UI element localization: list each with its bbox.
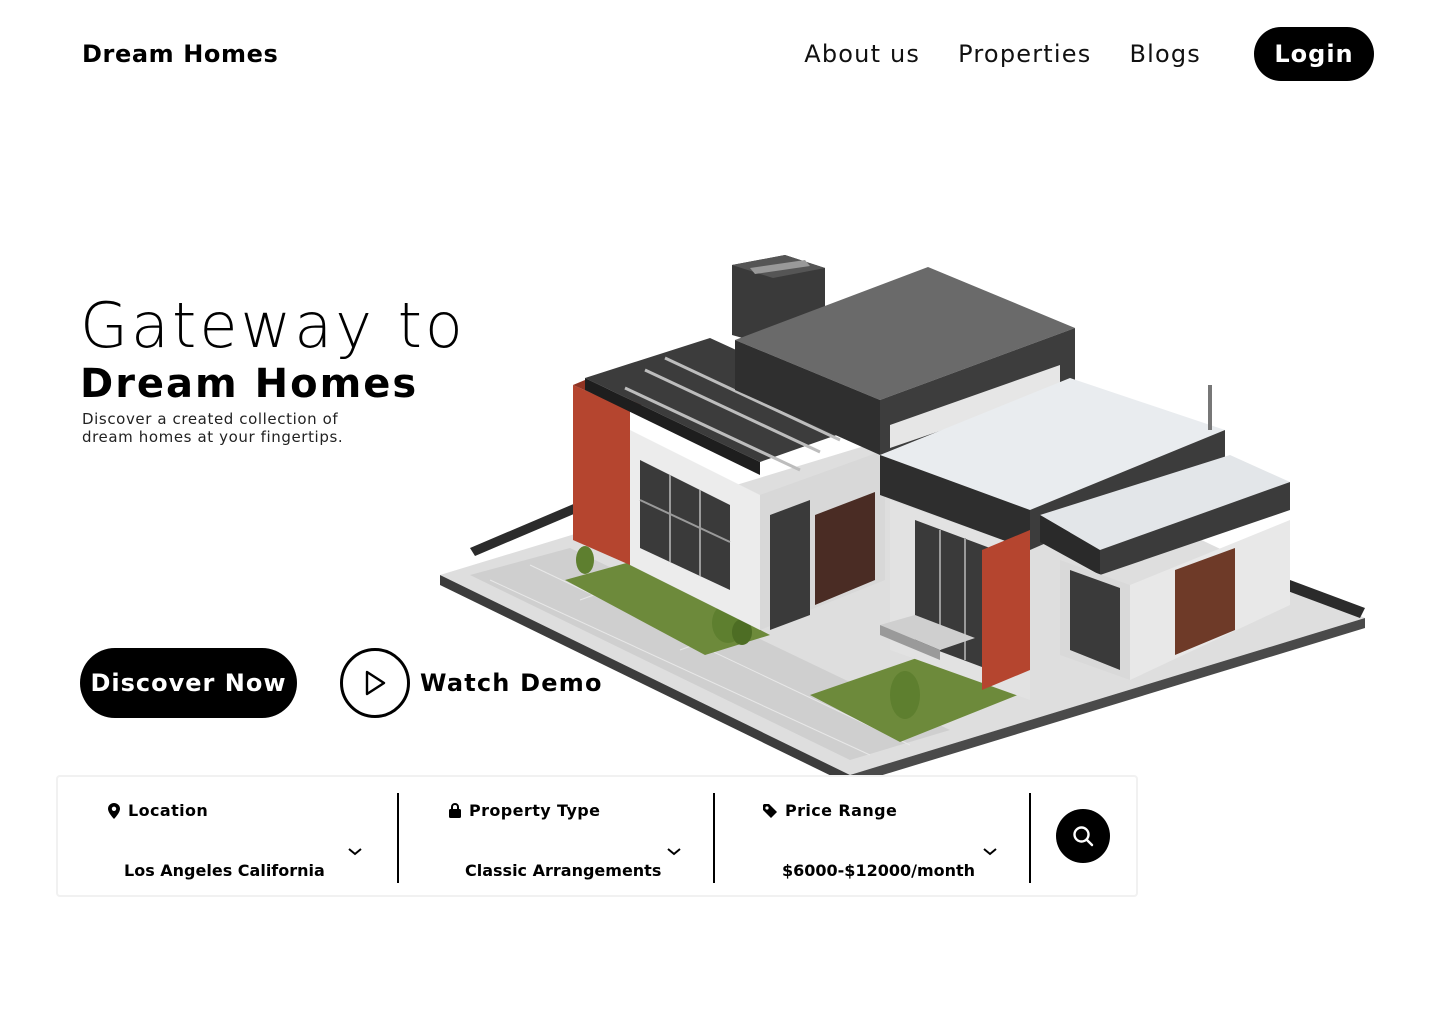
price-tag-icon <box>763 803 777 818</box>
location-label: Location <box>108 801 208 820</box>
property-type-value[interactable]: Classic Arrangements <box>465 861 661 880</box>
property-type-chevron-down-icon[interactable] <box>667 841 681 860</box>
search-icon <box>1073 826 1094 847</box>
price-range-chevron-down-icon[interactable] <box>983 841 997 860</box>
search-button[interactable] <box>1056 809 1110 863</box>
property-type-label: Property Type <box>449 801 600 820</box>
top-nav: About us Properties Blogs Login <box>804 27 1374 81</box>
nav-properties[interactable]: Properties <box>958 40 1091 68</box>
play-icon[interactable] <box>340 648 410 718</box>
price-range-value[interactable]: $6000-$12000/month <box>782 861 975 880</box>
hero-subtitle: Discover a created collection of dream h… <box>82 410 344 446</box>
property-search-bar: Location Los Angeles California Property… <box>56 775 1138 897</box>
location-chevron-down-icon[interactable] <box>348 841 362 860</box>
hero-title-line1: Gateway to <box>80 289 466 362</box>
house-illustration <box>440 255 1365 780</box>
nav-about-us[interactable]: About us <box>804 40 920 68</box>
price-range-label: Price Range <box>763 801 897 820</box>
brand-logo[interactable]: Dream Homes <box>82 40 278 68</box>
price-range-label-text: Price Range <box>785 801 898 820</box>
location-value[interactable]: Los Angeles California <box>124 861 325 880</box>
price-range-field[interactable]: Price Range $6000-$12000/month <box>715 793 1029 883</box>
nav-blogs[interactable]: Blogs <box>1129 40 1201 68</box>
location-label-text: Location <box>128 801 209 820</box>
property-type-label-text: Property Type <box>469 801 601 820</box>
property-type-field[interactable]: Property Type Classic Arrangements <box>399 793 713 883</box>
hero-title-line2: Dream Homes <box>80 361 419 407</box>
login-button[interactable]: Login <box>1254 27 1374 81</box>
discover-now-button[interactable]: Discover Now <box>80 648 297 718</box>
search-divider <box>1029 793 1031 883</box>
location-field[interactable]: Location Los Angeles California <box>58 793 398 883</box>
map-pin-icon <box>108 802 120 819</box>
lock-icon <box>449 803 461 818</box>
